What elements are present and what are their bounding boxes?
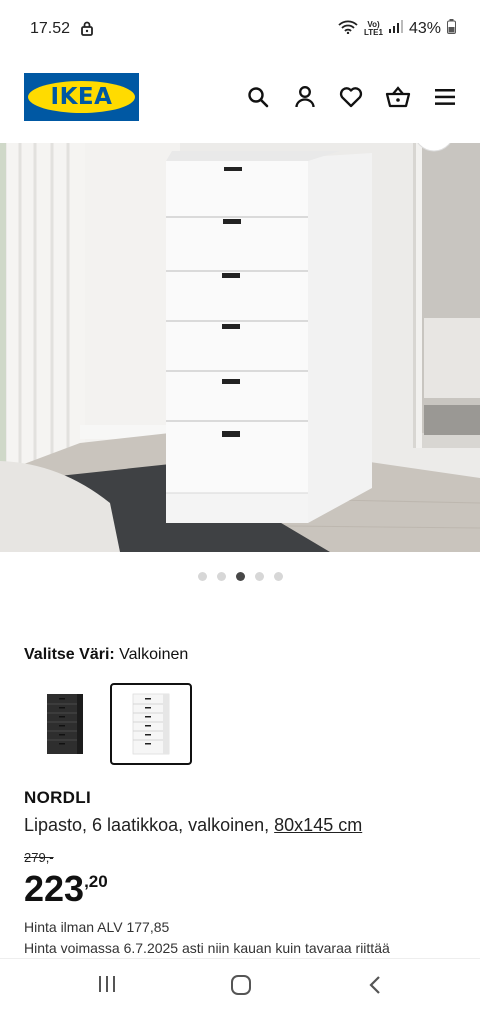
price-decimal: ,20 [84, 872, 108, 891]
signal-icon [388, 20, 403, 38]
search-icon[interactable] [245, 84, 271, 110]
recent-apps-icon[interactable] [97, 975, 117, 993]
heart-icon[interactable] [338, 84, 364, 110]
home-icon[interactable] [230, 975, 252, 995]
status-time: 17.52 [30, 20, 71, 37]
menu-icon[interactable] [432, 84, 458, 110]
color-selector-label: Valitse Väri: Valkoinen [24, 646, 189, 663]
price-integer: 223 [24, 868, 85, 909]
product-name: NORDLI [24, 788, 91, 807]
status-bar: 17.52 Vo) LTE1 43% [0, 0, 480, 60]
carousel-dot[interactable] [216, 572, 226, 581]
logo-text: IKEA [50, 84, 113, 110]
network-type: Vo) LTE1 [364, 20, 383, 37]
product-image[interactable] [0, 143, 480, 552]
color-swatch-black[interactable] [24, 683, 106, 765]
back-icon[interactable] [367, 975, 383, 995]
carousel-dot[interactable] [273, 572, 283, 581]
price-validity: Hinta voimassa 6.7.2025 asti niin kauan … [24, 940, 390, 956]
system-nav-bar [0, 958, 480, 1013]
product-description: Lipasto, 6 laatikkoa, valkoinen, 80x145 … [24, 815, 363, 835]
carousel-dot[interactable] [254, 572, 264, 581]
profile-icon[interactable] [292, 84, 318, 110]
carousel-dot-active[interactable] [235, 572, 245, 581]
carousel-dot[interactable] [197, 572, 207, 581]
site-header: IKEA [0, 70, 480, 126]
selected-color: Valkoinen [119, 646, 189, 663]
battery-icon [447, 19, 456, 39]
lock-icon [81, 21, 93, 41]
current-price: 223,20 [24, 868, 108, 910]
price-without-vat: Hinta ilman ALV 177,85 [24, 919, 170, 935]
old-price: 279,- [24, 850, 54, 865]
basket-icon[interactable] [385, 84, 411, 110]
battery-percent: 43% [408, 20, 441, 37]
carousel-dots [0, 572, 480, 581]
wifi-icon [338, 20, 358, 39]
ikea-logo[interactable]: IKEA [24, 73, 139, 121]
color-swatch-white[interactable] [110, 683, 192, 765]
product-size-link[interactable]: 80x145 cm [274, 815, 362, 835]
